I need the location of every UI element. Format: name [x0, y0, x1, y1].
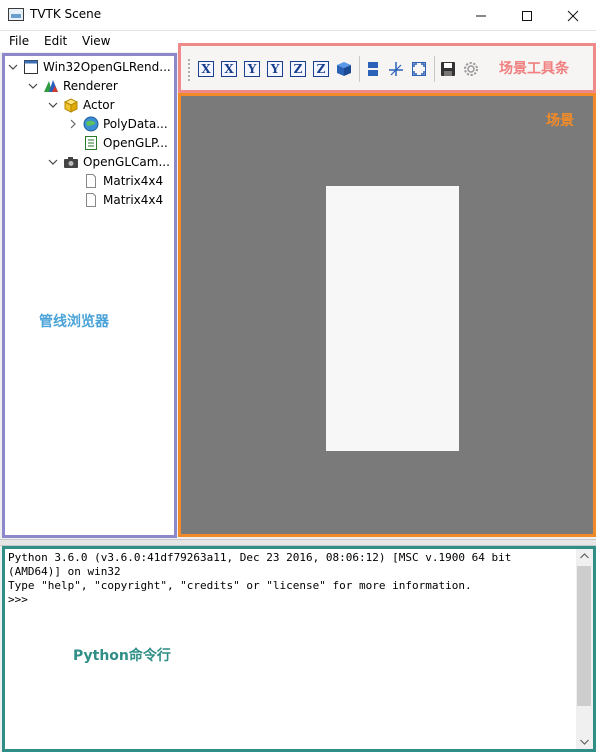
document-icon — [83, 173, 99, 189]
pipeline-browser-annotation: 管线浏览器 — [39, 314, 109, 330]
tree-node-polydata[interactable]: PolyData... — [67, 114, 168, 133]
toolbar-grip-icon — [188, 59, 190, 81]
maximize-button[interactable] — [504, 0, 550, 31]
expand-arrow-icon[interactable] — [47, 156, 59, 168]
tree-node-label: Win32OpenGLRend... — [43, 59, 171, 74]
scroll-down-icon[interactable] — [580, 739, 589, 745]
scrollbar-thumb[interactable] — [577, 566, 591, 706]
tree-node-label: Renderer — [63, 78, 118, 93]
render-window-icon — [23, 59, 39, 75]
collapse-arrow-icon[interactable] — [67, 118, 79, 130]
isometric-view-button[interactable] — [336, 61, 352, 77]
console-line: Python 3.6.0 (v3.6.0:41df79263a11, Dec 2… — [8, 551, 512, 564]
polydata-globe-icon — [83, 116, 99, 132]
toolbar-separator — [434, 56, 435, 82]
save-button[interactable] — [440, 61, 456, 77]
minimize-button[interactable] — [458, 0, 504, 31]
view-x-negative-button[interactable]: X — [221, 61, 237, 77]
menu-file[interactable]: File — [9, 34, 29, 48]
console-scrollbar[interactable] — [576, 549, 593, 749]
full-screen-button[interactable] — [411, 61, 427, 77]
view-x-positive-button[interactable]: X — [198, 61, 214, 77]
full-screen-icon — [412, 62, 426, 76]
tree-node-render-window[interactable]: Win32OpenGLRend... — [7, 57, 171, 76]
tree-node-label: OpenGLP... — [103, 135, 168, 150]
toolbar-annotation: 场景工具条 — [499, 61, 569, 77]
minimize-icon — [476, 15, 486, 16]
tree-node-matrix[interactable]: Matrix4x4 — [83, 171, 163, 190]
axes-icon — [389, 62, 403, 76]
tree-node-label: Matrix4x4 — [103, 173, 164, 188]
view-z-positive-button[interactable]: Z — [290, 61, 306, 77]
tree-node-actor[interactable]: Actor — [47, 95, 115, 114]
tree-node-opengl-property[interactable]: OpenGLP... — [83, 133, 168, 152]
renderer-icon — [43, 78, 59, 94]
isometric-view-icon — [337, 62, 351, 76]
pipeline-browser: Win32OpenGLRend... Renderer Actor PolyDa… — [2, 53, 177, 538]
expand-arrow-icon[interactable] — [47, 99, 59, 111]
scene-annotation: 场景 — [546, 113, 574, 129]
split-view-icon — [368, 62, 378, 76]
console-annotation: Python命令行 — [73, 648, 171, 664]
view-y-positive-button[interactable]: Y — [244, 61, 260, 77]
save-icon — [441, 62, 455, 76]
console-line: Type "help", "copyright", "credits" or "… — [8, 579, 472, 592]
title-bar: TVTK Scene — [0, 0, 596, 31]
scene-object — [326, 186, 459, 451]
document-icon — [83, 192, 99, 208]
expand-arrow-icon[interactable] — [27, 80, 39, 92]
axes-button[interactable] — [388, 61, 404, 77]
scene-viewport[interactable]: 场景 — [178, 93, 596, 537]
split-view-button[interactable] — [365, 61, 381, 77]
tree-node-label: OpenGLCam... — [83, 154, 170, 169]
camera-icon — [63, 154, 79, 170]
property-icon — [83, 135, 99, 151]
view-y-negative-button[interactable]: Y — [267, 61, 283, 77]
console-line: (AMD64)] on win32 — [8, 565, 121, 578]
maximize-icon — [522, 10, 532, 21]
scene-toolbar: X X Y Y Z Z 场景工具条 — [178, 43, 596, 93]
toolbar-separator — [359, 56, 360, 82]
python-console[interactable]: Python 3.6.0 (v3.6.0:41df79263a11, Dec 2… — [2, 546, 596, 752]
expand-arrow-icon[interactable] — [7, 61, 19, 73]
window-title: TVTK Scene — [30, 7, 102, 21]
tree-node-label: Matrix4x4 — [103, 192, 164, 207]
console-prompt: >>> — [8, 593, 28, 606]
settings-button[interactable] — [463, 61, 479, 77]
splitter-handle[interactable] — [0, 539, 596, 546]
settings-icon — [464, 62, 478, 76]
actor-cube-icon — [63, 97, 79, 113]
menu-edit[interactable]: Edit — [44, 34, 67, 48]
app-icon — [8, 8, 24, 21]
tree-node-label: PolyData... — [103, 116, 168, 131]
close-icon — [567, 10, 579, 21]
tree-node-matrix[interactable]: Matrix4x4 — [83, 190, 163, 209]
view-z-negative-button[interactable]: Z — [313, 61, 329, 77]
tree-node-label: Actor — [83, 97, 115, 112]
close-button[interactable] — [550, 0, 596, 31]
tree-node-renderer[interactable]: Renderer — [27, 76, 118, 95]
menu-view[interactable]: View — [82, 34, 110, 48]
scroll-up-icon[interactable] — [580, 553, 589, 559]
tree-node-opengl-camera[interactable]: OpenGLCam... — [47, 152, 170, 171]
